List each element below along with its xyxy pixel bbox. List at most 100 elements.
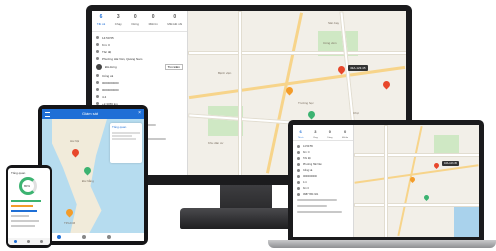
panel-title: Tổng quan xyxy=(112,125,127,129)
info-row: 0000000000 xyxy=(92,79,187,86)
info-row: 4.4 xyxy=(92,93,187,100)
street xyxy=(354,153,479,157)
street xyxy=(354,203,479,207)
id-icon xyxy=(96,88,99,91)
vehicle-tooltip[interactable]: 43A-123.45 xyxy=(348,65,368,71)
map-label: Đà Nẵng xyxy=(82,179,94,183)
laptop-screen: 6 Tất cả 3 Chạy 0 Dừng 0 Mất tín 14:50:55 Km… xyxy=(293,125,479,237)
clock-icon xyxy=(297,144,300,148)
info-text: Km: 0 xyxy=(303,150,310,154)
placeholder-row xyxy=(112,135,132,137)
placeholder-row xyxy=(11,225,35,227)
tab-stopped[interactable]: 0 Dừng xyxy=(327,128,332,140)
map-label: Công viên xyxy=(323,41,337,45)
street xyxy=(384,125,388,237)
tab-no-signal[interactable]: 0 Mất tín xyxy=(149,14,158,31)
vehicle-row[interactable]: Đã dừng Tìm kiếm xyxy=(92,62,187,72)
status-tabs: 6 Tất cả 3 Chạy 0 Dừng 0 Mất tín 0 Mất kết nố… xyxy=(92,11,187,32)
speed-icon xyxy=(297,156,300,160)
placeholder-row xyxy=(11,210,37,212)
location-icon xyxy=(297,162,300,166)
info-text: 0000000000 xyxy=(102,87,119,92)
map-view[interactable]: 43A-123.45 xyxy=(354,125,479,237)
map-label: Sân bay xyxy=(328,21,340,25)
vehicle-marker-icon[interactable] xyxy=(422,193,431,202)
close-icon[interactable]: × xyxy=(138,110,141,116)
tab-no-signal[interactable]: 0 Mất tín xyxy=(342,128,348,140)
vehicle-list-panel: 6 Tất cả 3 Chạy 0 Dừng 0 Mất tín 14:50:55 Km… xyxy=(293,125,354,237)
gate-icon xyxy=(297,168,300,172)
vehicle-marker-icon[interactable] xyxy=(381,79,392,90)
placeholder-row xyxy=(11,205,33,207)
info-text: Cổng xả xyxy=(303,168,313,172)
status-tabs: 6 Tất cả 3 Chạy 0 Dừng 0 Mất tín xyxy=(293,125,353,141)
overview-panel[interactable]: Tổng quan xyxy=(110,123,142,163)
map-icon[interactable] xyxy=(82,235,86,239)
main-road xyxy=(354,164,479,184)
tablet-bottom-nav xyxy=(42,233,144,241)
info-text: Tốc độ xyxy=(303,156,311,160)
phone-bottom-nav xyxy=(8,238,50,245)
phone-screen: Tổng quan 80% xyxy=(8,168,50,245)
park-area xyxy=(434,135,459,153)
avatar xyxy=(96,64,102,70)
map-icon[interactable] xyxy=(27,240,30,243)
info-row: 0000000000 xyxy=(92,86,187,93)
placeholder-row xyxy=(11,215,29,217)
tab-running[interactable]: 3 Chạy xyxy=(115,14,122,31)
clock-icon xyxy=(96,36,99,39)
map-label: Hà Nội xyxy=(70,139,80,143)
fuel-icon xyxy=(297,180,300,184)
info-text: Km: 0 xyxy=(102,42,110,47)
status-text: Đã dừng xyxy=(105,65,117,69)
phone-icon xyxy=(297,192,300,196)
vehicle-marker-icon[interactable] xyxy=(284,85,295,96)
id-icon xyxy=(96,81,99,84)
tab-disconnected[interactable]: 0 Mất kết nối xyxy=(167,14,182,31)
home-icon[interactable] xyxy=(57,235,61,239)
report-icon[interactable] xyxy=(107,235,111,239)
laptop-device: 6 Tất cả 3 Chạy 0 Dừng 0 Mất tín 14:50:55 Km… xyxy=(288,120,484,242)
fuel-icon xyxy=(96,95,99,98)
tab-all[interactable]: 6 Tất cả xyxy=(298,128,304,140)
placeholder-row xyxy=(11,200,41,202)
placeholder-row xyxy=(11,220,39,222)
tablet-header: Giám sát × xyxy=(42,109,144,119)
info-text: Phường Hải Vân xyxy=(303,162,322,166)
home-icon[interactable] xyxy=(14,240,17,243)
water-area xyxy=(454,205,479,237)
settings-icon[interactable] xyxy=(40,240,43,243)
tablet-screen: Giám sát × Hà Nội Đà Nẵng TP.HCM Tổng qu… xyxy=(42,109,144,241)
search-button[interactable]: Tìm kiếm xyxy=(164,64,183,70)
menu-icon[interactable] xyxy=(45,112,50,117)
tab-stopped[interactable]: 0 Dừng xyxy=(131,14,139,31)
placeholder-row xyxy=(112,132,140,134)
info-text: 14:50:55 xyxy=(303,144,313,148)
info-text: Tốc độ xyxy=(102,49,112,54)
info-row: Tốc độ xyxy=(92,48,187,55)
map-label: Chợ xyxy=(353,111,359,115)
vehicle-marker-icon[interactable] xyxy=(432,161,441,170)
info-row: Phường Hải Vân, Quảng Nam xyxy=(92,55,187,62)
odometer-icon xyxy=(297,150,300,154)
info-row: Cổng xả xyxy=(92,72,187,79)
gauge-value: 80% xyxy=(24,184,31,188)
info-text: Phường Hải Vân, Quảng Nam xyxy=(102,56,143,61)
info-text: 0000000000 xyxy=(303,174,317,178)
location-icon xyxy=(96,57,99,60)
id-icon xyxy=(297,174,300,178)
info-text: 0000000000 xyxy=(102,80,119,85)
vehicle-marker-icon[interactable] xyxy=(306,109,317,120)
placeholder-row xyxy=(293,209,353,215)
info-text: 4.4 xyxy=(303,180,307,184)
info-row: 14:50:55 xyxy=(92,34,187,41)
vehicle-tooltip[interactable]: 43A-123.45 xyxy=(442,161,459,166)
map-label: TP.HCM xyxy=(64,221,76,225)
odometer-icon xyxy=(96,43,99,46)
tab-all[interactable]: 6 Tất cả xyxy=(97,14,105,31)
info-text: 4.4 xyxy=(102,94,107,99)
info-row: Km: 0 xyxy=(92,41,187,48)
tab-running[interactable]: 3 Chạy xyxy=(313,128,318,140)
info-text: 0987 654 321 xyxy=(303,192,319,196)
map-label: Khu dân cư xyxy=(208,141,224,145)
